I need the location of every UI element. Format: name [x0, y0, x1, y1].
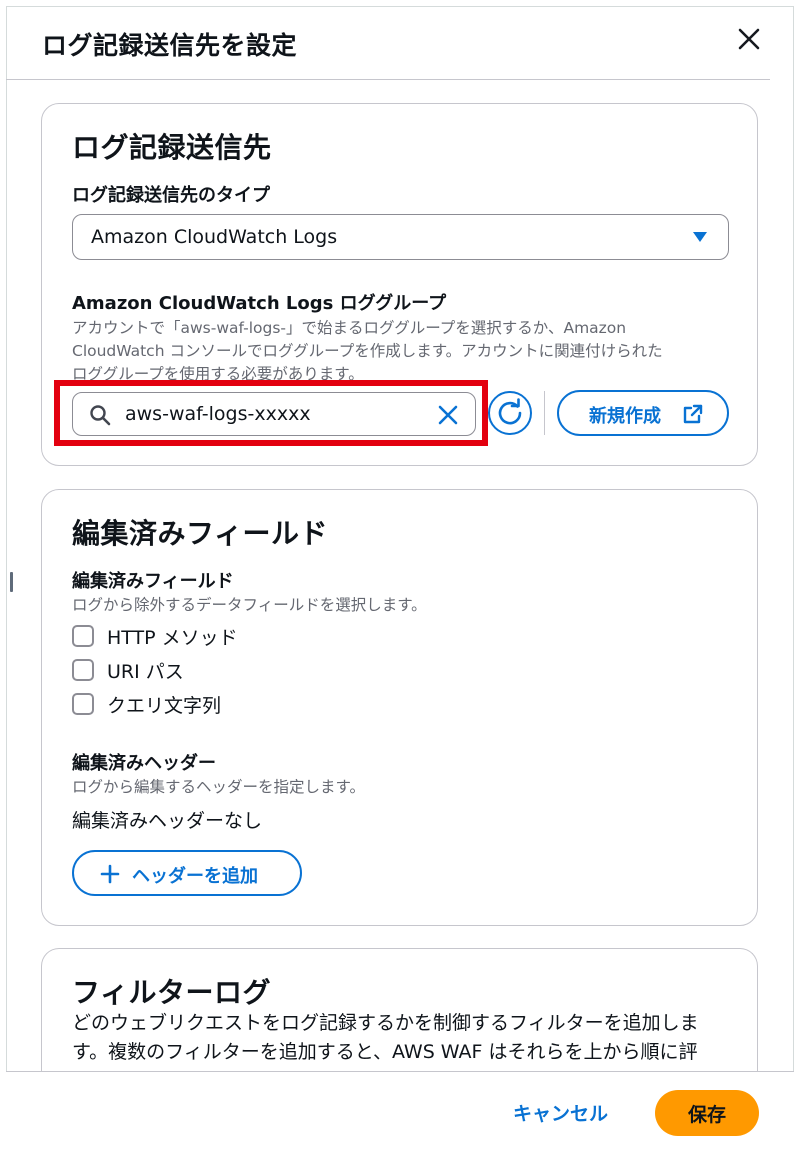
redacted-fields-label: 編集済みフィールド [72, 571, 234, 592]
save-button[interactable]: 保存 [655, 1090, 759, 1136]
highlight-box [54, 380, 488, 446]
cancel-button[interactable]: キャンセル [513, 1099, 608, 1126]
filter-logs-description-line-1: どのウェブリクエストをログ記録するかを制御するフィルターを追加しま [72, 1012, 699, 1034]
checkbox-label: URI パス [107, 661, 184, 683]
create-new-label: 新規作成 [589, 406, 661, 427]
modal-header: ログ記録送信先を設定 [6, 6, 770, 80]
destination-card: ログ記録送信先 ログ記録送信先のタイプ Amazon CloudWatch Lo… [41, 103, 758, 466]
checkbox-box[interactable] [72, 693, 94, 715]
log-group-description-line-1: アカウントで「aws-waf-logs-」で始まるロググループを選択するか、Am… [72, 319, 627, 337]
log-group-label: Amazon CloudWatch Logs ロググループ [72, 293, 447, 314]
checkbox-label: HTTP メソッド [107, 627, 238, 649]
modal-title: ログ記録送信先を設定 [42, 31, 298, 60]
checkbox-box[interactable] [72, 625, 94, 647]
modal-footer: キャンセル 保存 [6, 1071, 794, 1154]
destination-type-value: Amazon CloudWatch Logs [91, 226, 338, 248]
log-group-description-line-2: CloudWatch コンソールでロググループを作成します。アカウントに関連付け… [72, 342, 663, 360]
redacted-fields-card: 編集済みフィールド 編集済みフィールド ログから除外するデータフィールドを選択し… [41, 489, 758, 926]
external-link-icon [683, 404, 703, 424]
redacted-fields-card-title: 編集済みフィールド [72, 517, 328, 550]
filter-logs-description: どのウェブリクエストをログ記録するかを制御するフィルターを追加しま す。複数のフ… [72, 1009, 737, 1067]
add-header-label: ヘッダーを追加 [132, 866, 258, 887]
divider [544, 391, 545, 435]
filter-logs-card-title: フィルターログ [72, 976, 271, 1009]
save-label: 保存 [687, 1104, 726, 1126]
close-icon [738, 28, 760, 50]
refresh-button[interactable] [488, 391, 532, 435]
filter-logs-description-line-2: す。複数のフィルターを追加すると、AWS WAF はそれらを上から順に評 [72, 1041, 698, 1063]
close-button[interactable] [732, 22, 766, 56]
redacted-headers-description: ログから編集するヘッダーを指定します。 [72, 778, 365, 796]
checkbox-label: クエリ文字列 [107, 695, 222, 717]
scrollbar[interactable] [10, 572, 13, 592]
destination-type-select[interactable]: Amazon CloudWatch Logs [72, 214, 729, 260]
create-new-button[interactable]: 新規作成 [557, 390, 729, 436]
redacted-headers-label: 編集済みヘッダー [72, 753, 216, 774]
redacted-fields-description: ログから除外するデータフィールドを選択します。 [72, 596, 427, 614]
redacted-headers-empty: 編集済みヘッダーなし [72, 810, 263, 832]
destination-type-label: ログ記録送信先のタイプ [72, 185, 270, 206]
add-header-button[interactable]: ヘッダーを追加 [72, 850, 302, 896]
checkbox-box[interactable] [72, 659, 94, 681]
destination-card-title: ログ記録送信先 [72, 131, 272, 164]
caret-down-icon [693, 232, 707, 242]
plus-icon [100, 864, 120, 884]
refresh-icon [498, 398, 522, 425]
